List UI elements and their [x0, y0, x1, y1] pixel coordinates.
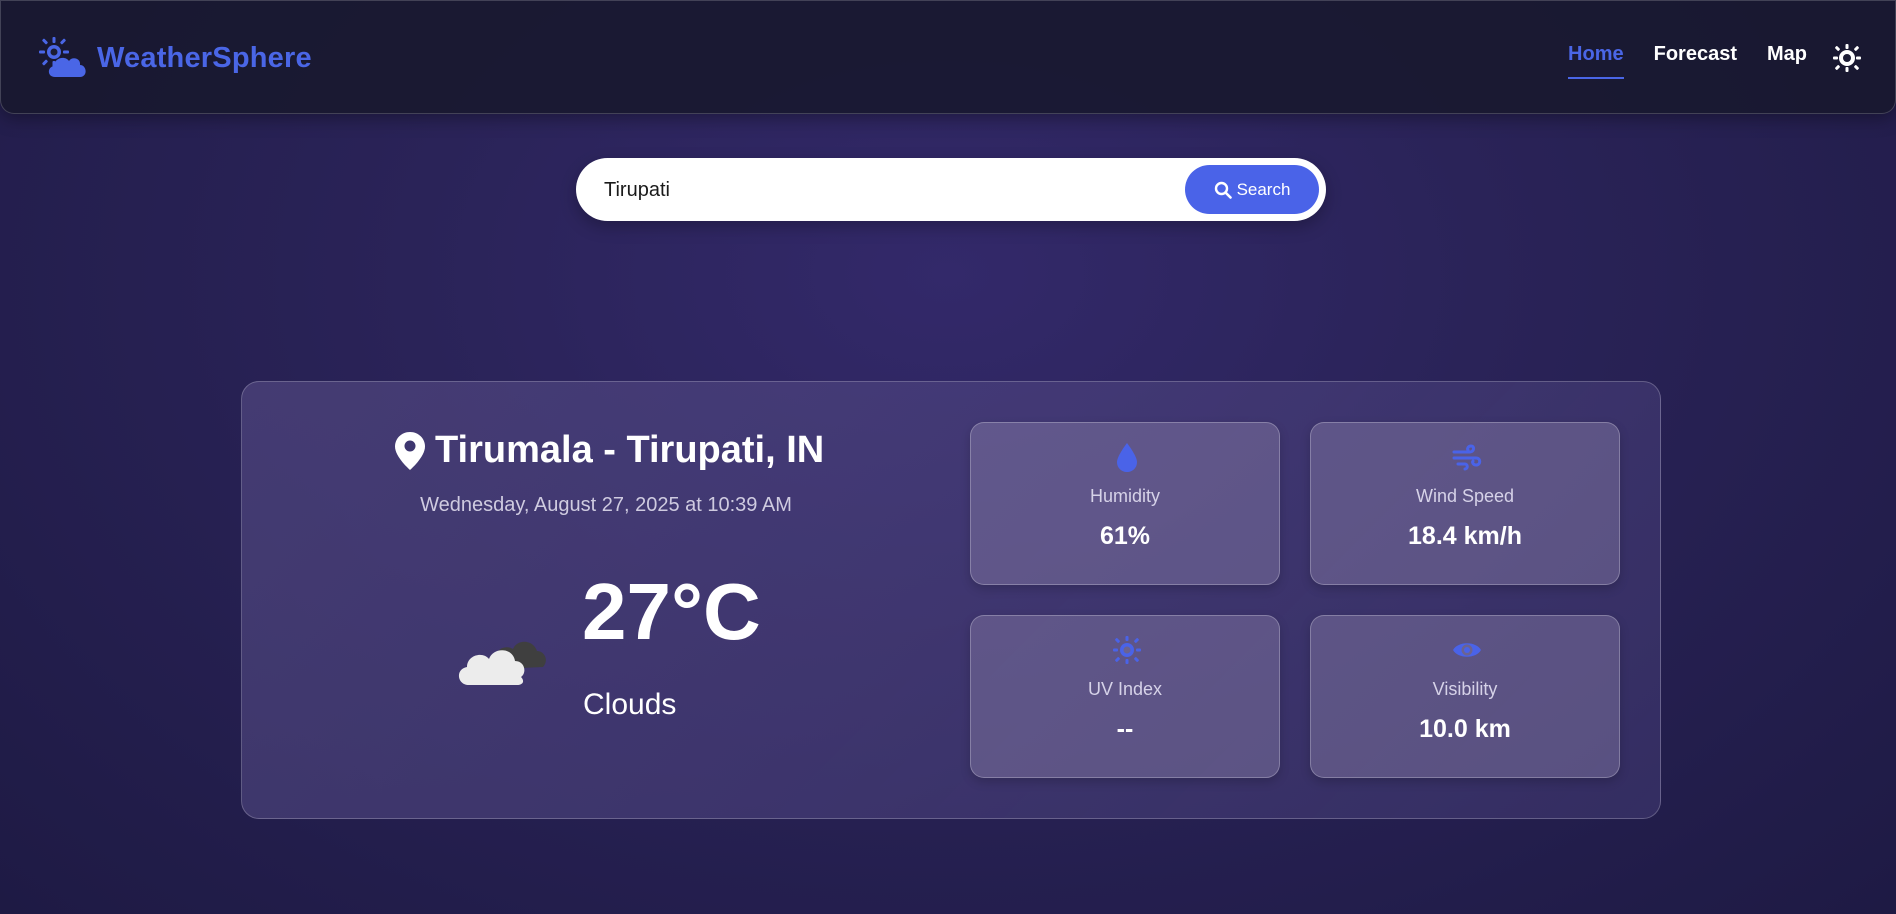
- humidity-card: Humidity 61%: [970, 422, 1280, 585]
- sun-icon: [1113, 636, 1141, 664]
- search-button[interactable]: Search: [1185, 165, 1319, 214]
- visibility-value: 10.0 km: [1419, 715, 1511, 743]
- droplet-icon: [1117, 443, 1137, 472]
- location-name: Tirumala - Tirupati, IN: [435, 429, 825, 471]
- nav-forecast[interactable]: Forecast: [1654, 43, 1737, 66]
- search-icon: [1214, 181, 1232, 199]
- humidity-value: 61%: [1099, 522, 1151, 550]
- humidity-label: Humidity: [1089, 486, 1160, 506]
- wind-icon: [1452, 444, 1482, 471]
- nav-home[interactable]: Home: [1568, 43, 1624, 79]
- brand[interactable]: WeatherSphere: [39, 37, 312, 79]
- search-input[interactable]: [604, 170, 1144, 210]
- cloud-icon: [458, 641, 546, 685]
- uv-index-value: --: [1116, 715, 1134, 743]
- uv-index-card: UV Index --: [970, 615, 1280, 778]
- visibility-card: Visibility 10.0 km: [1310, 615, 1620, 778]
- top-navbar: WeatherSphere Home Forecast Map: [0, 0, 1896, 114]
- main-nav: Home Forecast Map: [1538, 43, 1807, 79]
- brand-name: WeatherSphere: [97, 41, 312, 74]
- visibility-label: Visibility: [1432, 679, 1498, 699]
- search-bar: Search: [576, 158, 1326, 221]
- current-datetime: Wednesday, August 27, 2025 at 10:39 AM: [420, 494, 792, 516]
- wind-speed-card: Wind Speed 18.4 km/h: [1310, 422, 1620, 585]
- search-button-label: Search: [1236, 179, 1291, 199]
- nav-map[interactable]: Map: [1767, 43, 1807, 66]
- wind-speed-value: 18.4 km/h: [1408, 522, 1522, 550]
- weather-condition: Clouds: [583, 688, 677, 721]
- sun-cloud-icon: [39, 37, 86, 77]
- theme-toggle-sun-icon[interactable]: [1833, 44, 1861, 72]
- uv-index-label: UV Index: [1087, 679, 1163, 699]
- location-heading: Tirumala - Tirupati, IN: [395, 429, 824, 472]
- temperature: 27°C: [582, 567, 761, 656]
- eye-icon: [1453, 643, 1481, 657]
- wind-speed-label: Wind Speed: [1415, 486, 1515, 506]
- map-pin-icon: [395, 431, 425, 470]
